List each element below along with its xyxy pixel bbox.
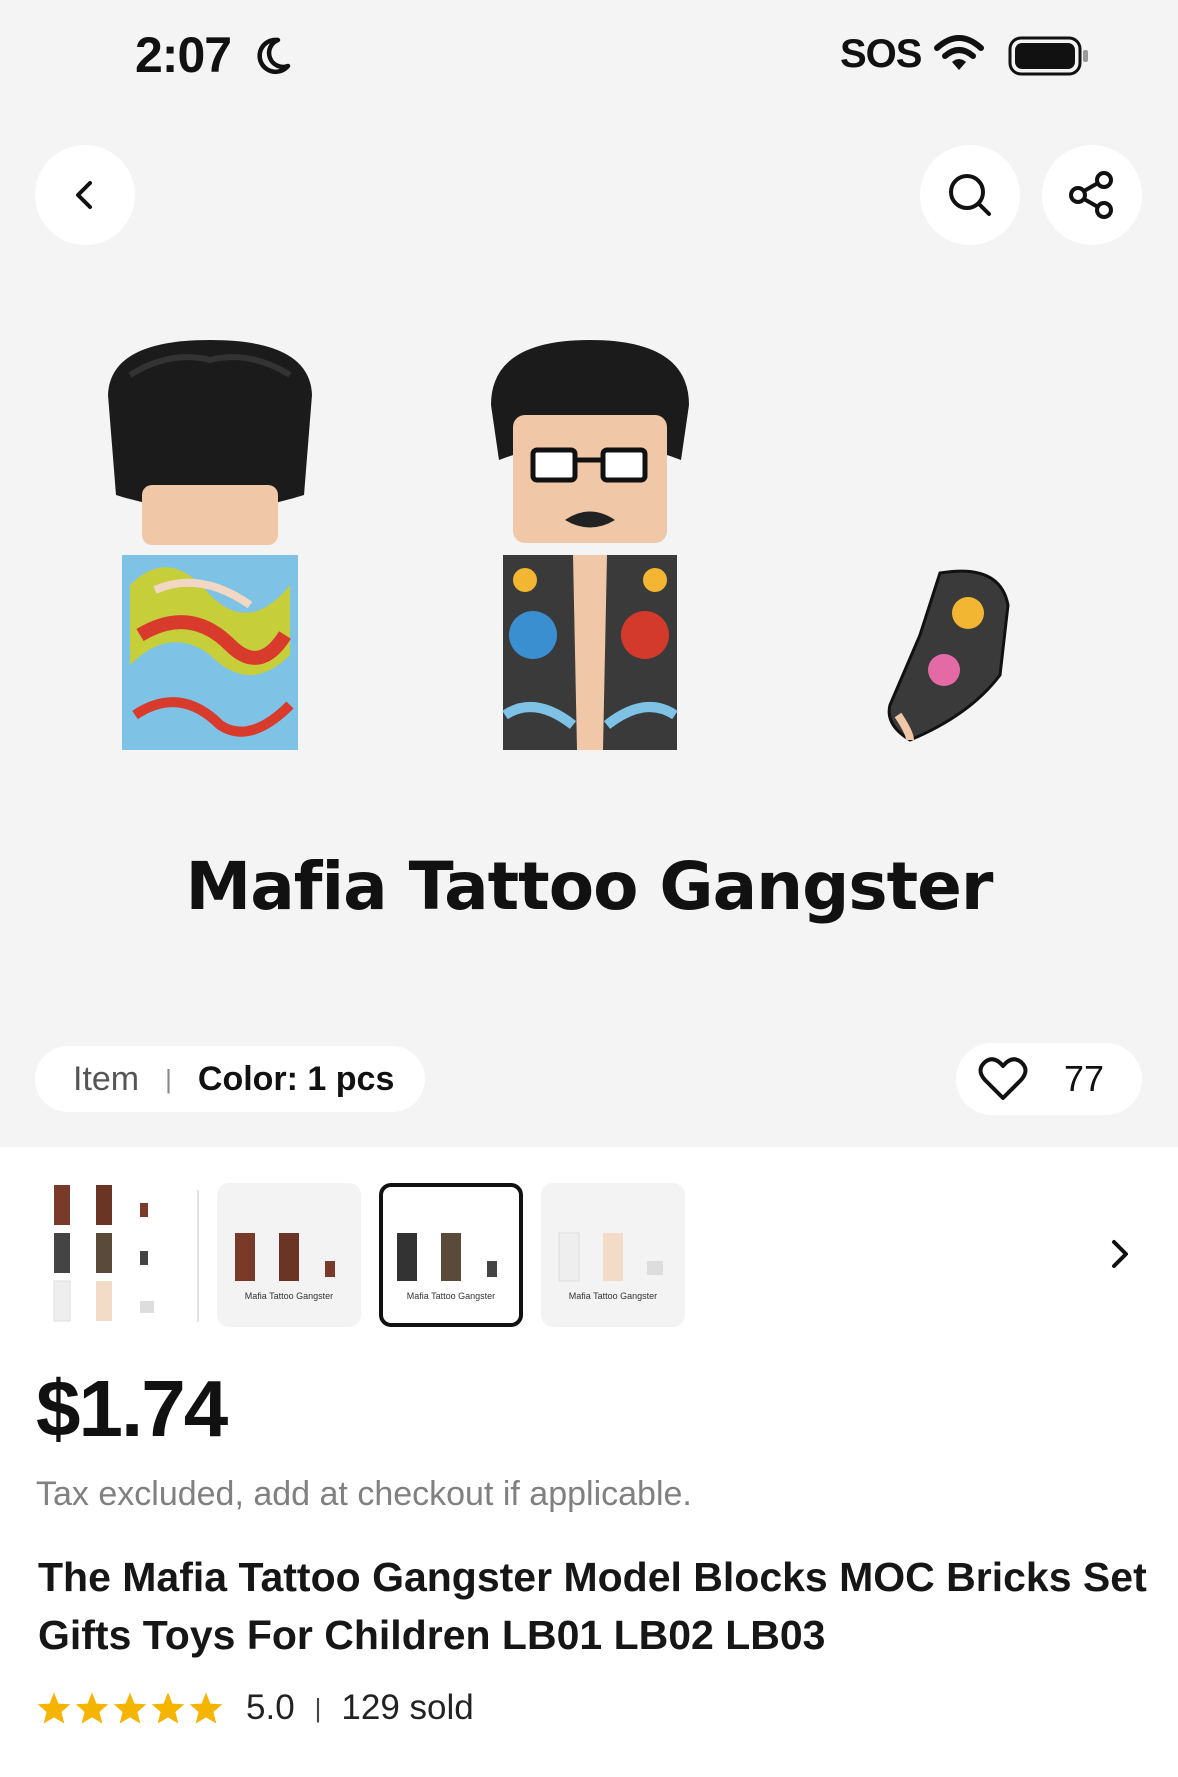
search-button[interactable] xyxy=(920,145,1020,245)
price: $1.74 xyxy=(36,1364,228,1453)
favorite-count: 77 xyxy=(1064,1058,1105,1099)
moon-icon xyxy=(257,37,291,75)
thumbnail-caption: Mafia Tattoo Gangster xyxy=(244,1291,334,1301)
star-icon xyxy=(151,1692,185,1724)
favorite-button[interactable]: 77 xyxy=(956,1043,1142,1115)
rating-value: 5.0 xyxy=(246,1688,295,1727)
back-button[interactable] xyxy=(35,145,135,245)
thumbnail-caption: Mafia Tattoo Gangster xyxy=(406,1291,496,1301)
star-icon xyxy=(75,1692,109,1724)
share-icon xyxy=(1069,171,1113,219)
thumbnail-lb03-image xyxy=(558,1232,663,1282)
star-icon xyxy=(113,1692,147,1724)
thumbnail-lb02-image xyxy=(397,1233,497,1281)
status-carrier: SOS xyxy=(840,32,922,76)
thumbnail-variant-lb02[interactable]: Mafia Tattoo Gangster xyxy=(379,1183,523,1327)
thumbnail-variant-lb03[interactable]: Mafia Tattoo Gangster xyxy=(541,1183,685,1327)
wifi-icon xyxy=(934,35,984,70)
star-icon xyxy=(189,1692,223,1724)
thumbnail-variant-lb01[interactable]: Mafia Tattoo Gangster xyxy=(217,1183,361,1327)
rating-row[interactable]: 5.0 | 129 sold xyxy=(36,1688,474,1728)
variant-selector[interactable]: Item | Color: 1 pcs xyxy=(35,1046,425,1112)
battery-icon xyxy=(1008,36,1088,76)
heart-outline-icon xyxy=(978,1057,1028,1100)
product-name: The Mafia Tattoo Gangster Model Blocks M… xyxy=(38,1554,1147,1658)
variant-item-label: Item xyxy=(73,1059,140,1098)
chevron-right-icon[interactable] xyxy=(1106,1236,1134,1272)
share-button[interactable] xyxy=(1042,145,1142,245)
thumbnail-divider xyxy=(197,1190,199,1322)
rating-separator: | xyxy=(314,1692,322,1723)
thumbnail-lb01-image xyxy=(235,1233,335,1281)
search-icon xyxy=(949,174,991,216)
minifig-back-image xyxy=(108,340,312,750)
star-icon xyxy=(37,1692,71,1724)
chevron-left-icon xyxy=(76,181,92,209)
thumbnail-all-variants[interactable] xyxy=(44,1183,184,1327)
status-time: 2:07 xyxy=(135,27,232,83)
hero-product-title: Mafia Tattoo Gangster xyxy=(185,848,994,925)
sold-count: 129 sold xyxy=(341,1688,474,1727)
tax-note: Tax excluded, add at checkout if applica… xyxy=(36,1475,692,1513)
minifig-arm-image xyxy=(887,569,1010,742)
variant-color-label: Color: 1 pcs xyxy=(197,1059,395,1098)
rating-stars xyxy=(36,1691,224,1725)
thumbnail-caption: Mafia Tattoo Gangster xyxy=(568,1291,658,1301)
minifig-front-image xyxy=(491,340,689,750)
variant-separator: | xyxy=(165,1063,172,1094)
